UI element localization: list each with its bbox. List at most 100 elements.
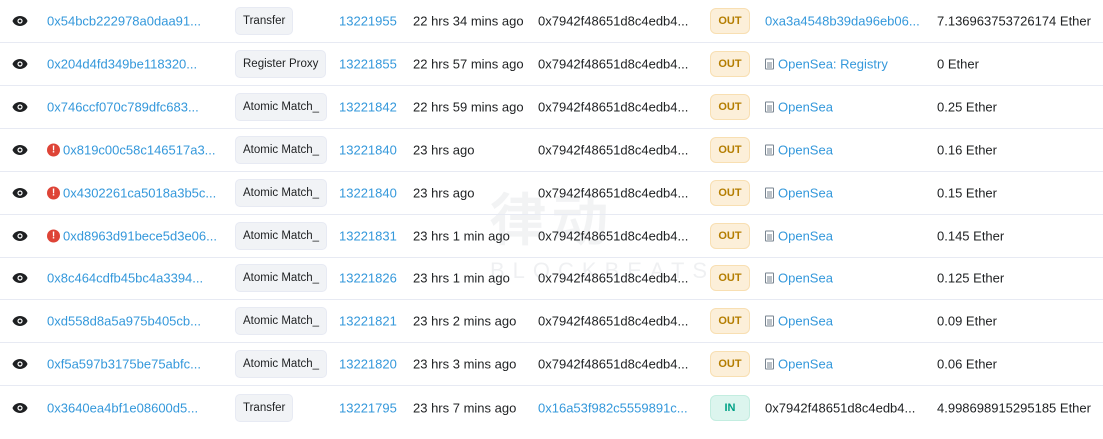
contract-doc-icon bbox=[765, 230, 774, 242]
block-link[interactable]: 13221826 bbox=[339, 271, 397, 286]
eye-icon[interactable] bbox=[12, 144, 28, 156]
table-row: ! 0x4302261ca5018a3b5c... Atomic Match_ 132… bbox=[0, 172, 1103, 215]
from-address: 0x7942f48651d8c4edb4... bbox=[538, 185, 689, 201]
eye-icon[interactable] bbox=[12, 187, 28, 199]
to-address-link[interactable]: OpenSea bbox=[778, 357, 833, 372]
value-text: 4.998698915295185 Ether bbox=[937, 400, 1091, 415]
error-icon: ! bbox=[47, 143, 60, 157]
direction-badge: OUT bbox=[710, 308, 750, 334]
block-link[interactable]: 13221955 bbox=[339, 14, 397, 29]
eye-icon[interactable] bbox=[12, 101, 28, 113]
age-text: 22 hrs 59 mins ago bbox=[413, 99, 524, 115]
method-badge: Register Proxy bbox=[235, 50, 327, 78]
table-row: 0x54bcb222978a0daa91... Transfer 13221955 2… bbox=[0, 0, 1103, 43]
txn-hash-link[interactable]: 0x819c00c58c146517a3... bbox=[63, 143, 216, 158]
age-text: 23 hrs 3 mins ago bbox=[413, 356, 517, 372]
method-badge: Atomic Match_ bbox=[235, 136, 328, 164]
error-icon: ! bbox=[47, 229, 60, 243]
eye-icon[interactable] bbox=[12, 315, 28, 327]
method-badge: Atomic Match_ bbox=[235, 93, 328, 121]
age-text: 23 hrs 7 mins ago bbox=[413, 400, 517, 415]
age-text: 22 hrs 57 mins ago bbox=[413, 56, 524, 72]
block-link[interactable]: 13221840 bbox=[339, 143, 397, 158]
method-badge: Atomic Match_ bbox=[235, 264, 328, 292]
to-address-link[interactable]: OpenSea bbox=[778, 143, 833, 158]
to-address-link[interactable]: OpenSea bbox=[778, 186, 833, 201]
age-text: 23 hrs 1 min ago bbox=[413, 270, 510, 286]
value-text: 0.125 Ether bbox=[937, 270, 1005, 286]
to-address[interactable]: 0xa3a4548b39da96eb06... bbox=[765, 14, 920, 29]
value-text: 0.25 Ether bbox=[937, 99, 997, 115]
eye-icon[interactable] bbox=[12, 358, 28, 370]
block-link[interactable]: 13221821 bbox=[339, 314, 397, 329]
table-row: 0xf5a597b3175be75abfc... Atomic Match_ 132… bbox=[0, 343, 1103, 386]
value-text: 0 Ether bbox=[937, 56, 979, 72]
error-icon: ! bbox=[47, 186, 60, 200]
to-address-link[interactable]: OpenSea: Registry bbox=[778, 57, 888, 72]
age-text: 22 hrs 34 mins ago bbox=[413, 13, 524, 29]
age-text: 23 hrs ago bbox=[413, 142, 475, 158]
to-address-link[interactable]: OpenSea bbox=[778, 314, 833, 329]
direction-badge: OUT bbox=[710, 8, 750, 34]
method-badge: Atomic Match_ bbox=[235, 179, 328, 207]
contract-doc-icon bbox=[765, 187, 774, 199]
contract-doc-icon bbox=[765, 144, 774, 156]
block-link[interactable]: 13221795 bbox=[339, 400, 397, 415]
value-text: 0.06 Ether bbox=[937, 356, 997, 372]
txn-hash-link[interactable]: 0x204d4fd349be118320... bbox=[47, 57, 197, 72]
table-row: 0x3640ea4bf1e08600d5... Transfer 13221795 2… bbox=[0, 386, 1103, 429]
direction-badge: IN bbox=[710, 394, 750, 421]
block-link[interactable]: 13221820 bbox=[339, 357, 397, 372]
eye-icon[interactable] bbox=[12, 230, 28, 242]
contract-doc-icon bbox=[765, 101, 774, 113]
value-text: 0.16 Ether bbox=[937, 142, 997, 158]
eye-icon[interactable] bbox=[12, 15, 28, 27]
to-address-link[interactable]: OpenSea bbox=[778, 271, 833, 286]
direction-badge: OUT bbox=[710, 351, 750, 377]
direction-badge: OUT bbox=[710, 94, 750, 120]
from-address: 0x7942f48651d8c4edb4... bbox=[538, 13, 689, 29]
table-row: 0x204d4fd349be118320... Register Proxy 132… bbox=[0, 43, 1103, 86]
direction-badge: OUT bbox=[710, 180, 750, 206]
method-badge: Atomic Match_ bbox=[235, 307, 328, 335]
txn-hash-link[interactable]: 0xf5a597b3175be75abfc... bbox=[47, 357, 201, 372]
value-text: 0.09 Ether bbox=[937, 313, 997, 329]
from-address: 0x7942f48651d8c4edb4... bbox=[538, 313, 689, 329]
age-text: 23 hrs 2 mins ago bbox=[413, 313, 517, 329]
direction-badge: OUT bbox=[710, 265, 750, 291]
age-text: 23 hrs ago bbox=[413, 185, 475, 201]
eye-icon[interactable] bbox=[12, 272, 28, 284]
txn-hash-link[interactable]: 0x3640ea4bf1e08600d5... bbox=[47, 400, 198, 415]
table-row: ! 0x819c00c58c146517a3... Atomic Match_ 132… bbox=[0, 129, 1103, 172]
block-link[interactable]: 13221842 bbox=[339, 100, 397, 115]
block-link[interactable]: 13221855 bbox=[339, 57, 397, 72]
from-address[interactable]: 0x16a53f982c5559891c... bbox=[538, 400, 688, 415]
block-link[interactable]: 13221840 bbox=[339, 186, 397, 201]
direction-badge: OUT bbox=[710, 137, 750, 163]
to-address: 0x7942f48651d8c4edb4... bbox=[765, 400, 916, 415]
to-address-link[interactable]: OpenSea bbox=[778, 229, 833, 244]
method-badge: Atomic Match_ bbox=[235, 222, 328, 250]
txn-hash-link[interactable]: 0xd8963d91bece5d3e06... bbox=[63, 229, 217, 244]
direction-badge: OUT bbox=[710, 51, 750, 77]
from-address: 0x7942f48651d8c4edb4... bbox=[538, 356, 689, 372]
value-text: 0.145 Ether bbox=[937, 228, 1005, 244]
contract-doc-icon bbox=[765, 315, 774, 327]
table-row: 0x746ccf070c789dfc683... Atomic Match_ 132… bbox=[0, 86, 1103, 129]
table-row: 0xd558d8a5a975b405cb... Atomic Match_ 1322… bbox=[0, 300, 1103, 343]
txn-hash-link[interactable]: 0xd558d8a5a975b405cb... bbox=[47, 314, 201, 329]
block-link[interactable]: 13221831 bbox=[339, 229, 397, 244]
eye-icon[interactable] bbox=[12, 58, 28, 70]
table-row: 0x8c464cdfb45bc4a3394... Atomic Match_ 132… bbox=[0, 257, 1103, 300]
txn-hash-link[interactable]: 0x8c464cdfb45bc4a3394... bbox=[47, 271, 203, 286]
txn-hash-link[interactable]: 0x746ccf070c789dfc683... bbox=[47, 100, 199, 115]
txn-hash-link[interactable]: 0x4302261ca5018a3b5c... bbox=[63, 186, 216, 201]
value-text: 0.15 Ether bbox=[937, 185, 997, 201]
from-address: 0x7942f48651d8c4edb4... bbox=[538, 56, 689, 72]
transactions-table: 律动 BLOCKBEATS 0x54bcb222978a0daa91... Tra… bbox=[0, 0, 1103, 439]
to-address-link[interactable]: OpenSea bbox=[778, 100, 833, 115]
table-row: ! 0xd8963d91bece5d3e06... Atomic Match_ 132… bbox=[0, 215, 1103, 258]
txn-hash-link[interactable]: 0x54bcb222978a0daa91... bbox=[47, 14, 201, 29]
method-badge: Transfer bbox=[235, 393, 294, 422]
eye-icon[interactable] bbox=[12, 402, 28, 414]
